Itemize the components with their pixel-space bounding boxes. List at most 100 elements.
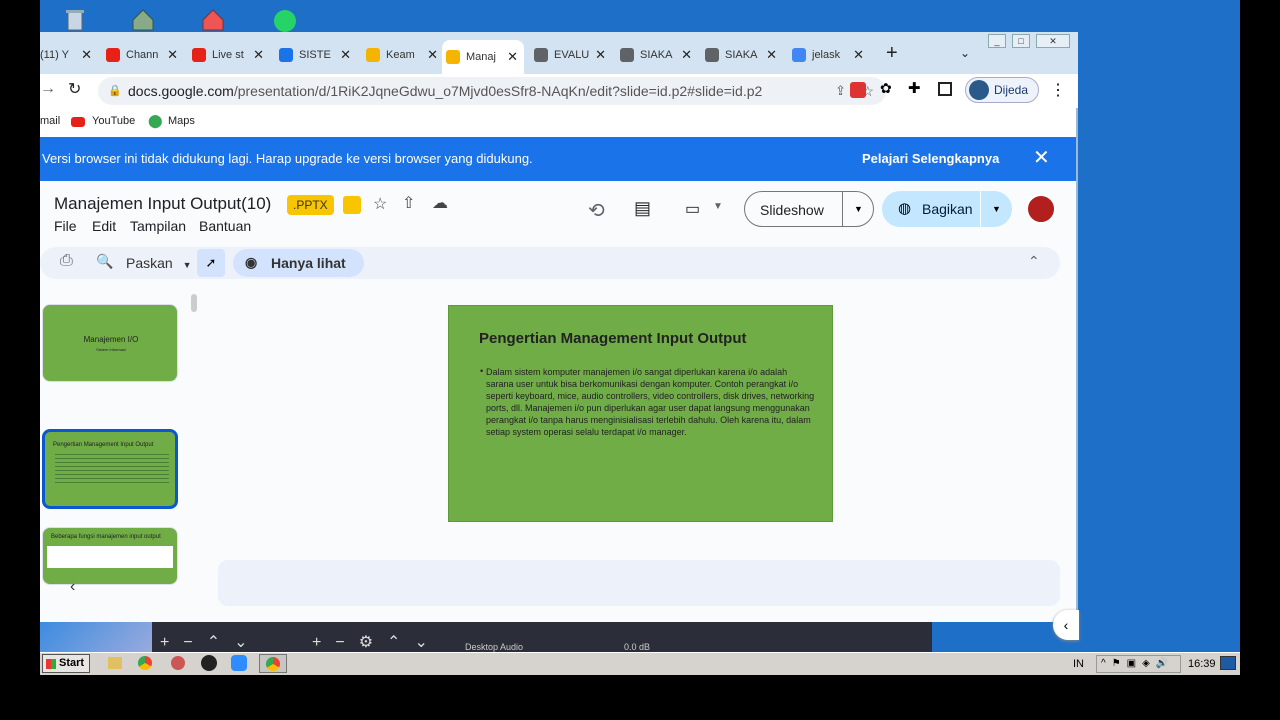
- tab-1[interactable]: (11) Y ✕: [40, 42, 98, 68]
- app-icon[interactable]: [171, 656, 185, 670]
- minimize-button[interactable]: _: [988, 34, 1006, 48]
- bookmark-youtube[interactable]: YouTube: [92, 115, 135, 127]
- close-banner-icon[interactable]: ✕: [1033, 145, 1050, 170]
- doc-title[interactable]: Manajemen Input Output(10): [54, 194, 271, 214]
- forward-icon[interactable]: →: [40, 80, 56, 98]
- thumb-title: Manajemen I/O: [83, 335, 139, 344]
- address-bar[interactable]: 🔒 docs.google.com/presentation/d/1RiK2Jq…: [98, 77, 886, 105]
- comments-icon[interactable]: ▤: [634, 198, 651, 219]
- reload-icon[interactable]: ↻: [68, 79, 81, 99]
- speaker-notes: [218, 560, 1060, 606]
- obs-icon[interactable]: [201, 655, 217, 671]
- slide-canvas[interactable]: Pengertian Management Input Output • Dal…: [448, 305, 833, 522]
- start-button[interactable]: Start: [42, 654, 90, 673]
- new-tab-button[interactable]: +: [886, 42, 898, 65]
- menu-file[interactable]: File: [54, 218, 77, 234]
- account-avatar[interactable]: [1026, 194, 1056, 224]
- extension-red-icon[interactable]: [850, 82, 866, 98]
- unsupported-browser-banner: Versi browser ini tidak didukung lagi. H…: [40, 137, 1076, 181]
- obs-controls-1[interactable]: +−⌃⌄: [160, 632, 262, 652]
- recycle-bin-icon[interactable]: [62, 6, 88, 32]
- bookmark-maps[interactable]: Maps: [168, 115, 195, 127]
- obs-controls-2[interactable]: +−⚙⌃⌄: [312, 632, 442, 652]
- side-panel-icon[interactable]: [938, 82, 952, 96]
- zoom-icon[interactable]: 🔍: [96, 253, 113, 270]
- share-button[interactable]: ◍ Bagikan ▼: [882, 191, 1012, 227]
- explorer-icon[interactable]: [108, 657, 122, 669]
- extension-icon[interactable]: ✿: [880, 80, 892, 97]
- slide-thumbnail-1[interactable]: Manajemen I/O Sistem Informasi: [42, 304, 178, 382]
- chrome-taskbar-button[interactable]: [259, 654, 287, 673]
- tray-icons[interactable]: ^⚑▣◈🔊: [1096, 655, 1181, 673]
- menu-view[interactable]: Tampilan: [130, 218, 186, 234]
- view-only-chip[interactable]: ◉ Hanya lihat: [233, 249, 364, 277]
- slideshow-dropdown-icon[interactable]: ▼: [842, 192, 874, 226]
- tab-close-icon[interactable]: ✕: [253, 47, 264, 63]
- slide-thumbnail-3[interactable]: Beberapa fungsi manajemen input output: [42, 527, 178, 585]
- tab-close-icon[interactable]: ✕: [427, 47, 438, 63]
- zoom-select[interactable]: Paskan ▼: [126, 255, 192, 271]
- language-indicator[interactable]: IN: [1073, 658, 1084, 670]
- meet-dropdown-icon[interactable]: ▼: [713, 201, 723, 212]
- thumb-text-lines: [55, 454, 169, 484]
- tab-close-icon[interactable]: ✕: [340, 47, 351, 63]
- cloud-status-icon[interactable]: ☁: [432, 193, 448, 213]
- tab-close-icon[interactable]: ✕: [681, 47, 692, 63]
- toolbar: ⎙ 🔍 Paskan ▼ ➚ ◉ Hanya lihat ⌃: [40, 247, 1060, 279]
- print-icon[interactable]: ⎙: [60, 252, 73, 270]
- bookmark-mail[interactable]: mail: [40, 115, 60, 127]
- learn-more-link[interactable]: Pelajari Selengkapnya: [862, 151, 999, 166]
- menu-help[interactable]: Bantuan: [199, 218, 251, 234]
- tab-4[interactable]: SISTE ✕: [275, 42, 357, 68]
- tab-close-icon[interactable]: ✕: [507, 49, 518, 65]
- extensions-puzzle-icon[interactable]: ✚: [908, 79, 921, 97]
- tab-close-icon[interactable]: ✕: [766, 47, 777, 63]
- app-shortcut-icon[interactable]: [130, 6, 156, 32]
- slideshow-button[interactable]: Slideshow ▼: [744, 191, 874, 227]
- share-dropdown-icon[interactable]: ▼: [980, 191, 1012, 227]
- chrome-icon[interactable]: [138, 656, 152, 670]
- clock[interactable]: 16:39: [1188, 658, 1216, 670]
- tab-8[interactable]: SIAKA ✕: [616, 42, 698, 68]
- tab-close-icon[interactable]: ✕: [81, 47, 92, 63]
- version-history-icon[interactable]: ⟲: [588, 198, 605, 223]
- tab-close-icon[interactable]: ✕: [167, 47, 178, 63]
- profile-button[interactable]: Dijeda: [965, 77, 1039, 103]
- tab-label: SISTE: [299, 49, 331, 61]
- maximize-button[interactable]: □: [1012, 34, 1030, 48]
- move-to-drive-icon[interactable]: ⇧: [402, 193, 415, 213]
- tab-2[interactable]: Chann ✕: [102, 42, 184, 68]
- tab-search-icon[interactable]: ⌄: [960, 46, 970, 60]
- whatsapp-icon[interactable]: [272, 6, 298, 32]
- meet-camera-icon[interactable]: ▭: [685, 199, 700, 219]
- tab-favicon-icon: [620, 48, 634, 62]
- menu-edit[interactable]: Edit: [92, 218, 116, 234]
- slide-thumbnail-2[interactable]: Pengertian Management Input Output: [42, 429, 178, 509]
- zoom-app-icon[interactable]: [231, 655, 247, 671]
- show-desktop-button[interactable]: [1220, 656, 1236, 670]
- tab-close-icon[interactable]: ✕: [595, 47, 606, 63]
- thumb-table: [47, 546, 173, 568]
- collapse-toolbar-icon[interactable]: ⌃: [1028, 253, 1040, 270]
- tab-close-icon[interactable]: ✕: [853, 47, 864, 63]
- thumbnail-scrollbar[interactable]: [191, 294, 197, 312]
- tab-10[interactable]: jelask ✕: [788, 42, 870, 68]
- tab-6[interactable]: Manaj ✕: [442, 40, 524, 74]
- share-page-icon[interactable]: ⇪: [835, 77, 846, 105]
- tab-favicon-icon: [534, 48, 548, 62]
- tab-label: Keam: [386, 49, 415, 61]
- tab-label: (11) Y: [40, 49, 69, 61]
- prev-arrow-icon[interactable]: ‹: [70, 578, 75, 596]
- browser-menu-icon[interactable]: ⋮: [1050, 80, 1066, 100]
- star-icon[interactable]: ☆: [373, 194, 387, 214]
- select-tool-button[interactable]: ➚: [197, 249, 225, 277]
- tab-3[interactable]: Live st ✕: [188, 42, 270, 68]
- thumb-title: Pengertian Management Input Output: [53, 442, 154, 448]
- tab-9[interactable]: SIAKA ✕: [701, 42, 783, 68]
- offline-icon[interactable]: [343, 196, 361, 214]
- close-window-button[interactable]: ✕: [1036, 34, 1070, 48]
- tab-7[interactable]: EVALU ✕: [530, 42, 612, 68]
- home-shortcut-icon[interactable]: [200, 6, 226, 32]
- tab-label: Manaj: [466, 51, 496, 63]
- tab-5[interactable]: Keam ✕: [362, 42, 444, 68]
